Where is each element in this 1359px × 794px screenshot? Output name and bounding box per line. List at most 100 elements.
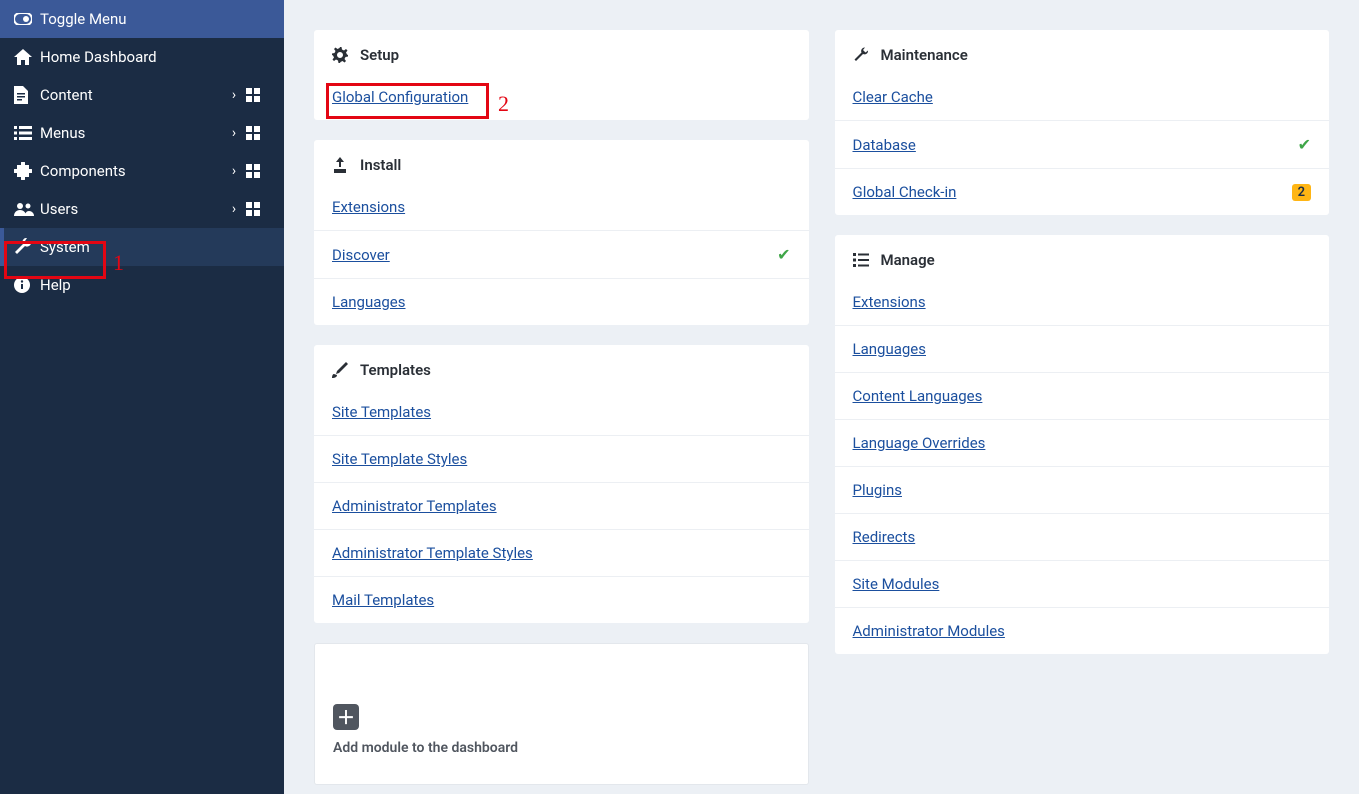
dashboard-grid-icon[interactable] <box>246 164 270 178</box>
link-label[interactable]: Discover <box>332 246 390 264</box>
link-label[interactable]: Languages <box>332 293 406 311</box>
link-label[interactable]: Language Overrides <box>853 434 986 452</box>
sidebar-item-system[interactable]: System <box>0 228 284 266</box>
card-header-setup: Setup <box>314 30 809 74</box>
link-content-languages[interactable]: Content Languages <box>835 372 1330 419</box>
link-administrator-template-styles[interactable]: Administrator Template Styles <box>314 529 809 576</box>
sidebar-item-home-dashboard[interactable]: Home Dashboard <box>0 38 284 76</box>
link-plugins[interactable]: Plugins <box>835 466 1330 513</box>
file-icon <box>14 86 40 104</box>
card-header-manage: Manage <box>835 235 1330 279</box>
card-header-install: Install <box>314 140 809 184</box>
plus-icon: ＋ <box>333 704 359 730</box>
sidebar-item-components[interactable]: Components › <box>0 152 284 190</box>
sidebar-item-menus[interactable]: Menus › <box>0 114 284 152</box>
card-header-templates: Templates <box>314 345 809 389</box>
link-global-configuration[interactable]: Global Configuration <box>314 74 809 120</box>
link-label[interactable]: Administrator Modules <box>853 622 1005 640</box>
list-icon <box>853 253 871 267</box>
link-extensions[interactable]: Extensions <box>314 184 809 230</box>
sidebar-item-label: Content <box>40 86 222 104</box>
link-label[interactable]: Site Modules <box>853 575 940 593</box>
dashboard-grid-icon[interactable] <box>246 88 270 102</box>
list-icon <box>14 126 40 140</box>
sidebar: Toggle Menu Home Dashboard Content › Men… <box>0 0 284 794</box>
left-column: Setup Global Configuration Install Exten… <box>314 30 809 764</box>
link-label[interactable]: Site Template Styles <box>332 450 467 468</box>
templates-card: Templates Site Templates Site Template S… <box>314 345 809 623</box>
toggle-icon <box>14 13 40 25</box>
card-header-maintenance: Maintenance <box>835 30 1330 74</box>
add-module-button[interactable]: ＋ Add module to the dashboard <box>314 643 809 785</box>
sidebar-item-content[interactable]: Content › <box>0 76 284 114</box>
link-label[interactable]: Redirects <box>853 528 916 546</box>
chevron-right-icon: › <box>222 125 246 141</box>
link-global-checkin[interactable]: Global Check-in 2 <box>835 168 1330 215</box>
sidebar-item-label: Help <box>40 276 270 294</box>
card-title: Setup <box>360 46 399 64</box>
maintenance-card: Maintenance Clear Cache Database ✔ Globa… <box>835 30 1330 215</box>
chevron-right-icon: › <box>222 163 246 179</box>
manage-card: Manage Extensions Languages Content Lang… <box>835 235 1330 654</box>
link-label[interactable]: Global Check-in <box>853 183 957 201</box>
link-redirects[interactable]: Redirects <box>835 513 1330 560</box>
card-title: Manage <box>881 251 935 269</box>
toggle-menu-label: Toggle Menu <box>40 10 127 28</box>
card-title: Install <box>360 156 401 174</box>
wrench-icon <box>853 47 871 63</box>
check-icon: ✔ <box>777 245 790 264</box>
link-language-overrides[interactable]: Language Overrides <box>835 419 1330 466</box>
link-site-templates[interactable]: Site Templates <box>314 389 809 435</box>
link-label[interactable]: Database <box>853 136 916 154</box>
link-site-modules[interactable]: Site Modules <box>835 560 1330 607</box>
link-manage-extensions[interactable]: Extensions <box>835 279 1330 325</box>
link-mail-templates[interactable]: Mail Templates <box>314 576 809 623</box>
sidebar-item-label: Users <box>40 200 222 218</box>
upload-icon <box>332 157 350 173</box>
link-label[interactable]: Global Configuration <box>332 88 468 106</box>
card-title: Maintenance <box>881 46 968 64</box>
link-database[interactable]: Database ✔ <box>835 120 1330 168</box>
link-manage-languages[interactable]: Languages <box>835 325 1330 372</box>
link-label[interactable]: Plugins <box>853 481 902 499</box>
sidebar-item-label: Home Dashboard <box>40 48 270 66</box>
sidebar-item-label: Components <box>40 162 222 180</box>
check-icon: ✔ <box>1298 135 1311 154</box>
link-administrator-modules[interactable]: Administrator Modules <box>835 607 1330 654</box>
sidebar-item-help[interactable]: Help <box>0 266 284 304</box>
sidebar-item-users[interactable]: Users › <box>0 190 284 228</box>
link-label[interactable]: Administrator Template Styles <box>332 544 533 562</box>
users-icon <box>14 202 40 216</box>
toggle-menu-button[interactable]: Toggle Menu <box>0 0 284 38</box>
sidebar-item-label: Menus <box>40 124 222 142</box>
link-label[interactable]: Content Languages <box>853 387 983 405</box>
chevron-right-icon: › <box>222 201 246 217</box>
link-label[interactable]: Mail Templates <box>332 591 434 609</box>
link-label[interactable]: Site Templates <box>332 403 431 421</box>
sidebar-item-label: System <box>40 238 270 256</box>
gear-icon <box>332 47 350 63</box>
main-content: Setup Global Configuration Install Exten… <box>284 0 1359 794</box>
home-icon <box>14 49 40 65</box>
count-badge: 2 <box>1292 184 1311 201</box>
link-label[interactable]: Languages <box>853 340 927 358</box>
link-label[interactable]: Clear Cache <box>853 88 933 106</box>
dashboard-grid-icon[interactable] <box>246 202 270 216</box>
wrench-icon <box>14 238 40 256</box>
link-label[interactable]: Extensions <box>332 198 405 216</box>
link-site-template-styles[interactable]: Site Template Styles <box>314 435 809 482</box>
link-clear-cache[interactable]: Clear Cache <box>835 74 1330 120</box>
setup-card: Setup Global Configuration <box>314 30 809 120</box>
install-card: Install Extensions Discover ✔ Languages <box>314 140 809 325</box>
link-languages-install[interactable]: Languages <box>314 278 809 325</box>
link-label[interactable]: Extensions <box>853 293 926 311</box>
dashboard-grid-icon[interactable] <box>246 126 270 140</box>
link-discover[interactable]: Discover ✔ <box>314 230 809 278</box>
add-module-label: Add module to the dashboard <box>333 740 518 756</box>
link-label[interactable]: Administrator Templates <box>332 497 497 515</box>
puzzle-icon <box>14 162 40 180</box>
chevron-right-icon: › <box>222 87 246 103</box>
right-column: Maintenance Clear Cache Database ✔ Globa… <box>835 30 1330 764</box>
info-icon <box>14 277 40 293</box>
link-administrator-templates[interactable]: Administrator Templates <box>314 482 809 529</box>
